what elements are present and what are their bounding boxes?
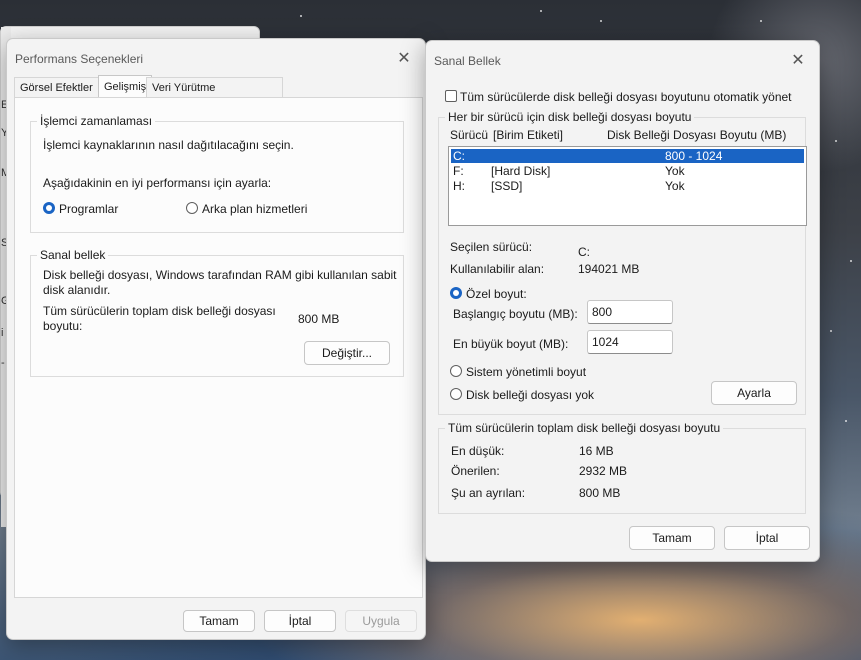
- ok-button[interactable]: Tamam: [629, 526, 715, 550]
- set-button[interactable]: Ayarla: [711, 381, 797, 405]
- list-item[interactable]: C: 800 - 1024: [451, 149, 804, 163]
- ok-button[interactable]: Tamam: [183, 610, 255, 632]
- tab-visual-effects[interactable]: Görsel Efektler: [14, 77, 100, 98]
- drive-label: [SSD]: [491, 179, 523, 193]
- custom-size-radio[interactable]: [450, 287, 462, 299]
- minimum-value: 16 MB: [579, 444, 614, 458]
- auto-manage-checkbox[interactable]: [445, 90, 457, 102]
- group-title: İşlemci zamanlaması: [37, 114, 156, 128]
- column-volume-label: [Birim Etiketi]: [493, 128, 564, 142]
- available-space-label: Kullanılabilir alan:: [450, 262, 545, 276]
- window-title: Performans Seçenekleri: [15, 52, 144, 66]
- initial-size-input[interactable]: [587, 300, 673, 324]
- no-paging-file-radio[interactable]: [450, 388, 462, 400]
- selected-drive-label: Seçilen sürücü:: [450, 240, 533, 254]
- recommended-value: 2932 MB: [579, 464, 628, 478]
- maximum-size-label: En büyük boyut (MB):: [453, 337, 569, 351]
- drive-letter: H:: [453, 179, 465, 193]
- list-item[interactable]: F: [Hard Disk] Yok: [451, 164, 804, 178]
- cancel-button[interactable]: İptal: [724, 526, 810, 550]
- apply-button: Uygula: [345, 610, 417, 632]
- background-text: -: [1, 357, 5, 369]
- minimum-label: En düşük:: [451, 444, 505, 458]
- total-size-value: 800 MB: [298, 312, 340, 326]
- group-title: Sanal bellek: [37, 248, 109, 262]
- drive-size: Yok: [665, 164, 685, 178]
- background-services-radio[interactable]: [186, 202, 198, 214]
- cancel-button[interactable]: İptal: [264, 610, 336, 632]
- close-icon[interactable]: ✕: [393, 47, 415, 69]
- drive-letter: C:: [453, 149, 465, 163]
- maximum-size-input[interactable]: [587, 330, 673, 354]
- virtual-memory-description: disk alanıdır.: [43, 283, 111, 297]
- background-services-label[interactable]: Arka plan hizmetleri: [202, 202, 307, 216]
- auto-manage-label[interactable]: Tüm sürücülerde disk belleği dosyası boy…: [460, 90, 792, 104]
- drive-size: Yok: [665, 179, 685, 193]
- background-text: i: [1, 327, 4, 339]
- recommended-label: Önerilen:: [451, 464, 500, 478]
- programs-label[interactable]: Programlar: [59, 202, 118, 216]
- selected-drive-value: C:: [578, 245, 590, 259]
- available-space-value: 194021 MB: [578, 262, 640, 276]
- allocated-label: Şu an ayrılan:: [451, 486, 526, 500]
- window-title: Sanal Bellek: [434, 54, 501, 68]
- drive-label: [Hard Disk]: [491, 164, 551, 178]
- virtual-memory-description: Disk belleği dosyası, Windows tarafından…: [43, 268, 397, 282]
- programs-radio[interactable]: [43, 202, 55, 214]
- column-drive: Sürücü: [450, 128, 489, 142]
- close-icon[interactable]: ✕: [787, 49, 809, 71]
- list-item[interactable]: H: [SSD] Yok: [451, 179, 804, 193]
- allocated-value: 800 MB: [579, 486, 621, 500]
- no-paging-file-label[interactable]: Disk belleği dosyası yok: [466, 388, 594, 402]
- initial-size-label: Başlangıç boyutu (MB):: [453, 307, 578, 321]
- tab-dep[interactable]: Veri Yürütme Engellemesi: [146, 77, 283, 114]
- drive-list[interactable]: C: 800 - 1024 F: [Hard Disk] Yok H: [SSD…: [448, 146, 807, 226]
- drive-letter: F:: [453, 164, 464, 178]
- system-managed-label[interactable]: Sistem yönetimli boyut: [466, 365, 586, 379]
- group-title: Tüm sürücülerin toplam disk belleği dosy…: [445, 421, 724, 435]
- column-size: Disk Belleği Dosyası Boyutu (MB): [607, 128, 787, 142]
- custom-size-label[interactable]: Özel boyut:: [466, 287, 527, 301]
- total-size-label: Tüm sürücülerin toplam disk belleği dosy…: [43, 304, 276, 318]
- drive-size: 800 - 1024: [665, 149, 723, 163]
- adjust-label: Aşağıdakinin en iyi performansı için aya…: [43, 176, 272, 190]
- group-title: Her bir sürücü için disk belleği dosyası…: [445, 110, 695, 124]
- tab-advanced[interactable]: Gelişmiş: [98, 75, 152, 99]
- system-managed-radio[interactable]: [450, 365, 462, 377]
- change-button[interactable]: Değiştir...: [304, 341, 390, 365]
- total-size-label: boyutu:: [43, 319, 83, 333]
- processor-description: İşlemci kaynaklarının nasıl dağıtılacağı…: [43, 138, 294, 152]
